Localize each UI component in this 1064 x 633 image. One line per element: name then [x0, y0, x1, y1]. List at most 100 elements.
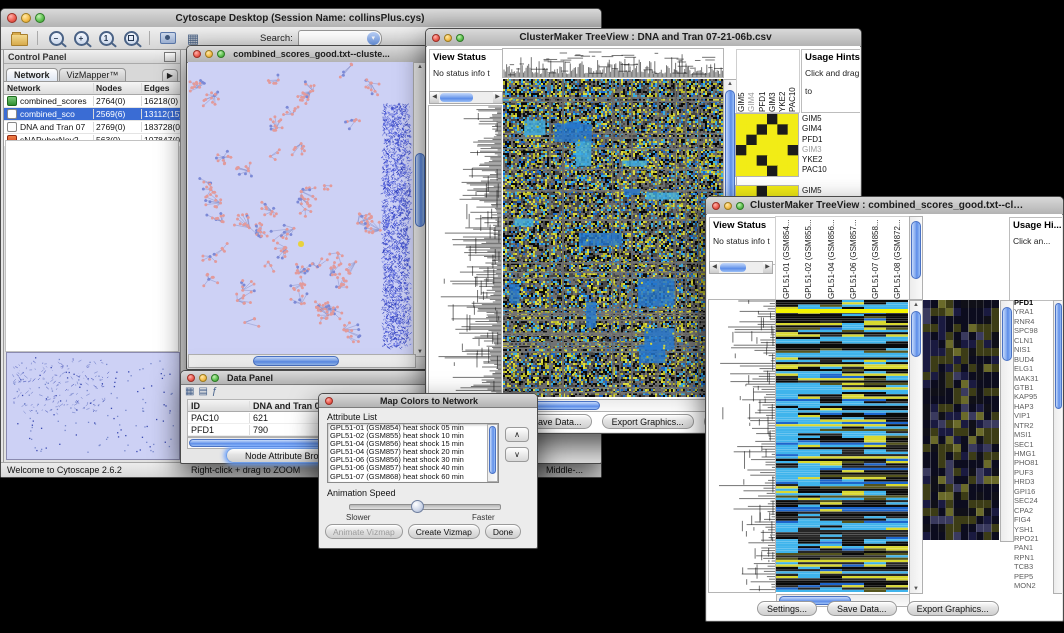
network-list-row[interactable]: combined_sco 2569(6) 13112(15)	[4, 108, 180, 121]
close-icon[interactable]	[325, 397, 333, 405]
gene-label[interactable]: FIG4	[1014, 515, 1052, 524]
close-icon[interactable]	[193, 50, 201, 58]
treeview-button[interactable]: Settings...	[757, 601, 817, 616]
secondary-heatmap-scrollbar[interactable]	[1000, 300, 1014, 542]
network-list-row[interactable]: combined_scores 2764(0) 16218(0)	[4, 95, 180, 108]
expression-heatmap[interactable]	[503, 79, 723, 397]
treeview-button[interactable]: Save Data...	[827, 601, 897, 616]
gene-label[interactable]: CLN1	[1014, 336, 1052, 345]
close-icon[interactable]	[432, 34, 440, 42]
network-horizontal-scrollbar[interactable]	[188, 354, 416, 368]
network-list-row[interactable]: DNA and Tran 07 2769(0) 183728(0)	[4, 121, 180, 134]
gene-label[interactable]: RNR4	[1014, 317, 1052, 326]
status-scrollbar[interactable]: ◀ ▶	[429, 91, 503, 104]
gene-label[interactable]: HMG1	[1014, 449, 1052, 458]
gene-label[interactable]: PUF3	[1014, 468, 1052, 477]
gene-label[interactable]: NTR2	[1014, 421, 1052, 430]
gene-label[interactable]: BUD4	[1014, 355, 1052, 364]
tab-overflow-arrow[interactable]: ▶	[162, 69, 178, 81]
scroll-right-icon[interactable]: ▶	[763, 262, 772, 273]
row-dendrogram[interactable]	[709, 300, 775, 592]
maximize-icon[interactable]	[736, 202, 744, 210]
attribute-table-icon[interactable]: ▦	[185, 386, 194, 397]
treeview-dna-titlebar[interactable]: ClusterMaker TreeView : DNA and Tran 07-…	[426, 29, 861, 47]
snapshot-icon[interactable]	[158, 29, 178, 47]
network-overview-navigator[interactable]	[6, 352, 180, 460]
list-scrollbar[interactable]	[487, 424, 498, 482]
scroll-left-icon[interactable]: ◀	[430, 92, 439, 103]
minimize-icon[interactable]	[724, 202, 732, 210]
control-panel-tab[interactable]: VizMapper™	[59, 68, 127, 81]
gene-label[interactable]: PEP5	[1014, 572, 1052, 581]
open-file-icon[interactable]	[9, 29, 29, 47]
network-graph-canvas[interactable]	[188, 62, 414, 355]
gene-label[interactable]: SPC98	[1014, 326, 1052, 335]
gene-label[interactable]: TCB3	[1014, 562, 1052, 571]
gene-label[interactable]: VIP1	[1014, 411, 1052, 420]
move-up-button[interactable]: ∧	[505, 427, 529, 442]
heatmap-vertical-scrollbar[interactable]: ▲ ▼	[909, 300, 923, 594]
dialog-titlebar[interactable]: Map Colors to Network	[319, 394, 537, 408]
scroll-up-icon[interactable]: ▲	[724, 80, 736, 88]
dialog-button[interactable]: Create Vizmap	[408, 524, 480, 539]
gene-label[interactable]: YSH1	[1014, 525, 1052, 534]
treeview-button[interactable]: Export Graphics...	[602, 414, 694, 429]
close-icon[interactable]	[7, 13, 17, 23]
gene-label[interactable]: CPA2	[1014, 506, 1052, 515]
maximize-icon[interactable]	[217, 50, 225, 58]
gene-label[interactable]: GPI16	[1014, 487, 1052, 496]
overview-canvas[interactable]	[7, 353, 177, 457]
zoom-fit-icon[interactable]	[121, 29, 141, 47]
gene-label[interactable]: HAP3	[1014, 402, 1052, 411]
treeview-button[interactable]: Export Graphics...	[907, 601, 999, 616]
minimize-icon[interactable]	[205, 50, 213, 58]
control-panel-tab[interactable]: Network	[6, 68, 58, 81]
attribute-select-icon[interactable]: ▤	[198, 386, 207, 397]
gene-label[interactable]: RPN1	[1014, 553, 1052, 562]
gene-list-scrollbar[interactable]	[1053, 300, 1062, 594]
close-icon[interactable]	[712, 202, 720, 210]
scroll-left-icon[interactable]: ◀	[710, 262, 719, 273]
row-dendrogram[interactable]	[429, 106, 501, 396]
move-down-button[interactable]: ∨	[505, 447, 529, 462]
gene-label[interactable]: SEC24	[1014, 496, 1052, 505]
correlation-submatrix-1[interactable]	[736, 114, 798, 176]
minimize-icon[interactable]	[444, 34, 452, 42]
scroll-up-icon[interactable]: ▲	[910, 301, 922, 309]
close-icon[interactable]	[187, 374, 195, 382]
expression-heatmap[interactable]	[776, 300, 908, 592]
maximize-icon[interactable]	[211, 374, 219, 382]
column-header-network[interactable]: Network	[4, 83, 93, 93]
gene-label[interactable]: PAN1	[1014, 543, 1052, 552]
dialog-button[interactable]: Done	[485, 524, 521, 539]
gene-label[interactable]: PFD1	[1014, 298, 1052, 307]
network-view-titlebar[interactable]: combined_scores_good.txt--cluste...	[187, 46, 428, 63]
zoom-actual-icon[interactable]: 1	[96, 29, 116, 47]
gene-label[interactable]: KAP95	[1014, 392, 1052, 401]
minimize-icon[interactable]	[199, 374, 207, 382]
scroll-down-icon[interactable]: ▼	[910, 585, 922, 593]
column-dendrogram[interactable]	[503, 49, 723, 77]
column-header-id[interactable]: ID	[188, 401, 250, 411]
float-panel-icon[interactable]	[164, 52, 176, 62]
gene-label[interactable]: PHO81	[1014, 458, 1052, 467]
column-header-nodes[interactable]: Nodes	[93, 83, 141, 93]
gene-label[interactable]: MON2	[1014, 581, 1052, 590]
zoom-out-icon[interactable]: –	[46, 29, 66, 47]
function-builder-icon[interactable]: ƒ	[212, 386, 218, 397]
gene-label[interactable]: MAK31	[1014, 374, 1052, 383]
secondary-heatmap[interactable]	[923, 300, 999, 540]
minimize-icon[interactable]	[21, 13, 31, 23]
gene-label[interactable]: ELG1	[1014, 364, 1052, 373]
attribute-list[interactable]: GPL51-01 (GSM854) heat shock 05 minGPL51…	[327, 423, 499, 483]
gene-label[interactable]: SEC1	[1014, 440, 1052, 449]
gene-label[interactable]: YRA1	[1014, 307, 1052, 316]
maximize-icon[interactable]	[35, 13, 45, 23]
animation-speed-slider[interactable]	[349, 504, 501, 510]
column-header-edges[interactable]: Edges	[141, 83, 180, 93]
gene-label[interactable]: GTB1	[1014, 383, 1052, 392]
slider-thumb[interactable]	[411, 500, 424, 513]
search-input[interactable]: ▾	[298, 30, 382, 47]
gene-label[interactable]: NIS1	[1014, 345, 1052, 354]
column-labels-scrollbar[interactable]	[909, 216, 923, 300]
